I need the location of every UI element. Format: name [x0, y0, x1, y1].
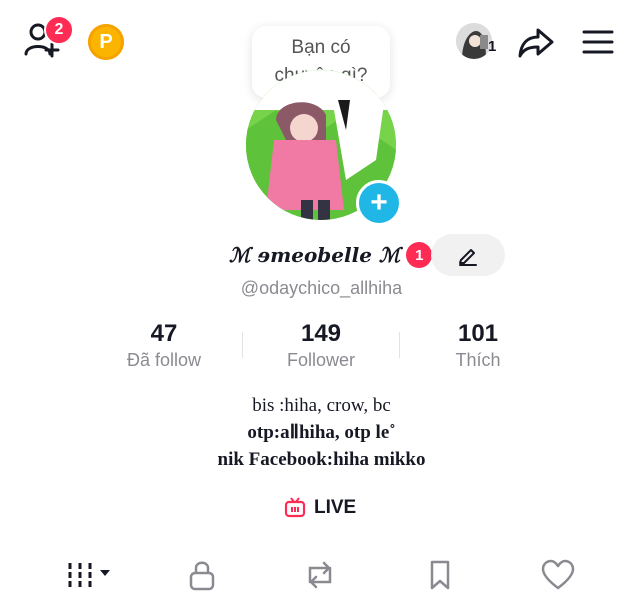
edit-profile-button[interactable] — [431, 234, 505, 276]
stat-value: 149 — [300, 320, 342, 347]
live-button[interactable]: LIVE — [284, 497, 356, 519]
stat-label: Đã follow — [126, 350, 202, 370]
bookmark-icon — [430, 560, 450, 590]
heart-icon — [541, 559, 575, 590]
menu-button[interactable] — [580, 24, 616, 60]
share-button[interactable] — [516, 22, 556, 62]
repost-icon — [308, 561, 332, 589]
bio: bis :hiha, crow, bc otp:aⅡhiha, otp le˚ … — [0, 392, 643, 473]
stat-divider — [242, 332, 243, 358]
videos-grid-icon — [68, 563, 110, 587]
bio-line: otp:aⅡhiha, otp le˚ — [247, 422, 396, 443]
tv-icon — [284, 497, 306, 518]
stat-value: 47 — [150, 320, 178, 347]
bio-line: bis :hiha, crow, bc — [252, 395, 391, 416]
share-icon — [518, 28, 554, 58]
display-name-row: ℳ ɘmeobelle ℳ 1 — [229, 238, 433, 272]
stat-divider — [399, 332, 400, 358]
live-label: LIVE — [314, 497, 357, 518]
username-handle: @odaychico_allhiha — [240, 278, 403, 298]
stat-followers[interactable]: 149 Follower — [246, 320, 396, 371]
stat-following[interactable]: 47 Đã follow — [89, 320, 239, 371]
add-avatar-button[interactable]: + — [356, 180, 402, 226]
stat-likes[interactable]: 101 Thích — [403, 320, 553, 371]
stat-value: 101 — [457, 320, 499, 347]
bio-line: nik Facebook:hiha mikko — [217, 449, 426, 470]
lock-icon — [189, 561, 215, 591]
tab-reposts[interactable] — [300, 557, 340, 593]
coin-icon[interactable]: P — [88, 24, 124, 60]
notification-badge: 2 — [44, 15, 74, 45]
stat-label: Thích — [455, 350, 501, 370]
tab-favorites[interactable] — [420, 557, 460, 593]
name-badge: 1 — [406, 242, 433, 268]
friend-count: 1 — [488, 38, 497, 55]
friend-avatar[interactable] — [456, 23, 492, 59]
friend-avatar-image — [456, 23, 492, 59]
hamburger-icon — [582, 30, 614, 54]
tab-videos[interactable] — [66, 557, 114, 593]
stat-label: Follower — [286, 350, 356, 370]
plus-icon: + — [370, 186, 388, 219]
tab-private[interactable] — [182, 557, 222, 593]
pencil-icon — [459, 249, 477, 266]
display-name: ℳ ɘmeobelle ℳ — [229, 243, 401, 267]
tab-liked[interactable] — [538, 557, 578, 593]
